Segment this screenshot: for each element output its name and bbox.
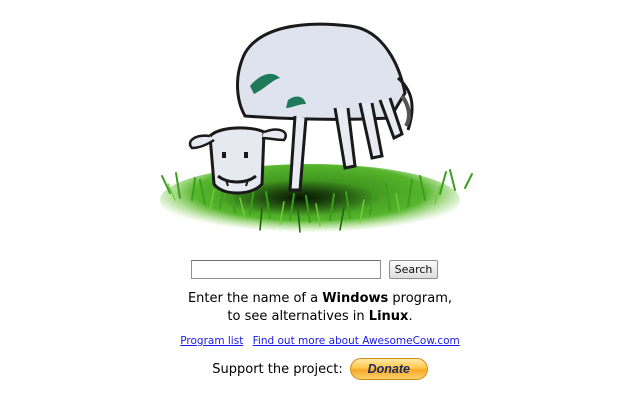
support-row: Support the project: Donate xyxy=(0,358,640,380)
tagline-line2-prefix: to see alternatives in xyxy=(227,309,369,324)
program-list-link[interactable]: Program list xyxy=(180,335,243,347)
footer-links: Program list Find out more about Awesome… xyxy=(0,335,640,347)
grazing-cow-icon xyxy=(160,22,473,236)
tagline-linux: Linux xyxy=(368,309,409,324)
donate-button[interactable]: Donate xyxy=(349,358,428,380)
search-button[interactable]: Search xyxy=(388,260,439,279)
tagline-line-1: Enter the name of a Windows program, xyxy=(0,290,640,308)
tagline-line-2: to see alternatives in Linux. xyxy=(0,308,640,326)
tagline-line2-suffix: . xyxy=(408,309,413,324)
cow-illustration xyxy=(150,8,480,243)
tagline-line1-suffix: program, xyxy=(388,291,453,306)
tagline-line1-prefix: Enter the name of a xyxy=(187,291,323,306)
about-link[interactable]: Find out more about AwesomeCow.com xyxy=(253,335,460,347)
tagline: Enter the name of a Windows program, to … xyxy=(0,290,640,326)
search-form: Search xyxy=(0,260,640,279)
search-input[interactable] xyxy=(190,260,381,279)
support-label: Support the project: xyxy=(212,361,343,377)
tagline-windows: Windows xyxy=(322,291,389,306)
